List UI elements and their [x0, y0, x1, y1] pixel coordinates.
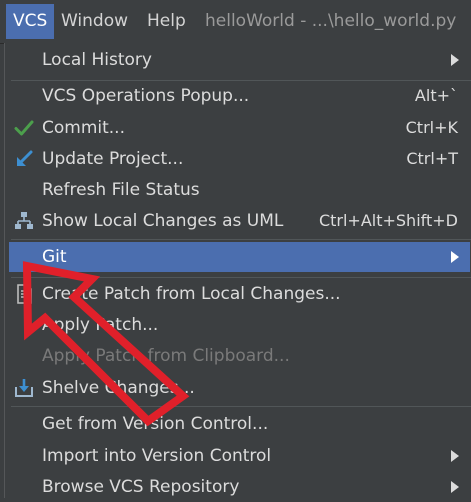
menu-item-apply-patch-clipboard: Apply Patch from Clipboard... — [9, 341, 470, 371]
submenu-arrow-icon — [451, 251, 459, 263]
submenu-arrow-icon — [451, 481, 459, 493]
menu-separator — [11, 277, 471, 278]
menu-item-label: VCS Operations Popup... — [42, 86, 250, 106]
menu-item-create-patch[interactable]: Create Patch from Local Changes... — [9, 279, 470, 309]
menu-vcs-label: VCS — [13, 11, 48, 31]
menu-item-shortcut: Alt+` — [414, 86, 458, 105]
menu-item-label: Shelve Changes... — [42, 378, 195, 398]
shelve-icon — [14, 378, 34, 398]
menu-help-label: Help — [147, 11, 186, 31]
vcs-dropdown-menu: Local History VCS Operations Popup... Al… — [4, 43, 471, 498]
menu-item-show-local-changes-uml[interactable]: Show Local Changes as UML Ctrl+Alt+Shift… — [9, 206, 470, 236]
menu-item-shortcut: Ctrl+T — [406, 149, 458, 168]
menu-bar: VCS Window Help helloWorld - ...\hello_w… — [0, 0, 471, 44]
menu-item-label: Apply Patch... — [42, 315, 159, 335]
menu-item-label: Commit... — [42, 118, 125, 138]
menu-item-label: Show Local Changes as UML — [42, 211, 284, 231]
menu-item-vcs-operations-popup[interactable]: VCS Operations Popup... Alt+` — [9, 81, 470, 111]
menu-item-update-project[interactable]: Update Project... Ctrl+T — [9, 144, 470, 174]
menu-item-local-history[interactable]: Local History — [9, 45, 470, 75]
menu-item-apply-patch[interactable]: Apply Patch... — [9, 310, 470, 340]
menu-item-commit[interactable]: Commit... Ctrl+K — [9, 113, 470, 143]
patch-document-icon — [14, 284, 34, 304]
arrow-down-left-icon — [14, 149, 34, 169]
menu-separator — [11, 239, 471, 240]
menu-item-label: Create Patch from Local Changes... — [42, 284, 341, 304]
menu-item-shelve-changes[interactable]: Shelve Changes... — [9, 373, 470, 403]
menu-item-label: Git — [42, 247, 67, 267]
menu-window[interactable]: Window — [54, 4, 135, 39]
menu-item-refresh-file-status[interactable]: Refresh File Status — [9, 175, 470, 205]
window-title: helloWorld - ...\hello_world.py — [205, 11, 457, 31]
menu-window-label: Window — [61, 11, 129, 31]
menu-item-label: Refresh File Status — [42, 180, 200, 200]
menu-vcs[interactable]: VCS — [6, 4, 55, 39]
menu-item-get-from-vcs[interactable]: Get from Version Control... — [9, 409, 470, 439]
menu-item-import-into-vcs[interactable]: Import into Version Control — [9, 441, 470, 471]
menu-item-label: Apply Patch from Clipboard... — [42, 346, 290, 366]
menu-item-shortcut: Ctrl+K — [405, 118, 458, 137]
menu-item-label: Local History — [42, 50, 152, 70]
submenu-arrow-icon — [451, 450, 459, 462]
menu-item-shortcut: Ctrl+Alt+Shift+D — [318, 211, 458, 230]
menu-item-git[interactable]: Git — [9, 242, 470, 272]
menu-item-label: Import into Version Control — [42, 446, 272, 466]
checkmark-icon — [14, 118, 34, 138]
diagram-icon — [14, 211, 34, 231]
menu-item-label: Get from Version Control... — [42, 414, 269, 434]
menu-help[interactable]: Help — [140, 4, 193, 39]
menu-separator — [11, 406, 471, 407]
menu-item-label: Update Project... — [42, 149, 184, 169]
submenu-arrow-icon — [451, 54, 459, 66]
